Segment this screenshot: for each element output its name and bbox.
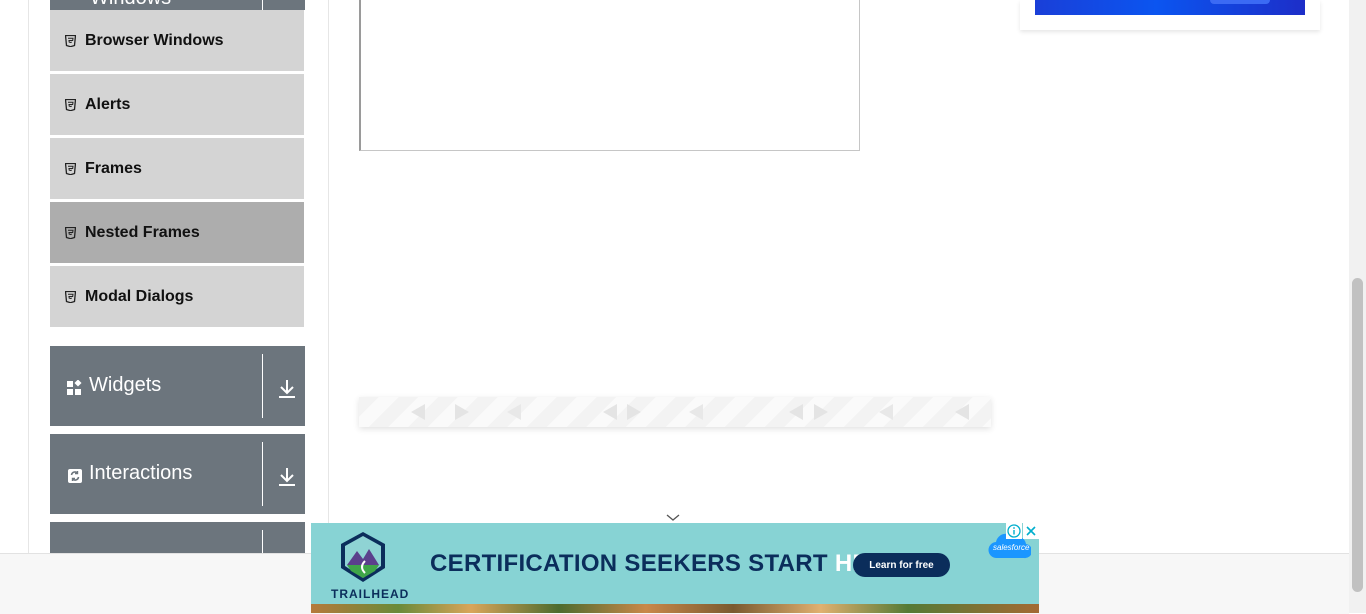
ad-image-strip	[311, 604, 1039, 613]
headline-text: CERTIFICATION SEEKERS START	[430, 550, 835, 577]
sidebar-item-frames[interactable]: Frames	[50, 138, 304, 200]
left-arrow-icon	[411, 404, 425, 420]
group-divider	[262, 442, 263, 506]
left-arrow-icon	[955, 404, 969, 420]
left-arrow-icon	[789, 404, 803, 420]
html5-icon	[65, 34, 76, 47]
html5-icon	[65, 290, 76, 303]
left-arrow-icon	[507, 404, 521, 420]
trailhead-logo: TRAILHEAD	[319, 529, 410, 611]
left-arrow-icon	[603, 404, 617, 420]
left-arrow-icon	[879, 404, 893, 420]
sidebar-item-alerts[interactable]: Alerts	[50, 74, 304, 136]
sidebar-item-modal-dialogs[interactable]: Modal Dialogs	[50, 266, 304, 328]
chevron-down-icon[interactable]	[666, 510, 680, 521]
download-icon[interactable]	[277, 466, 297, 488]
group-title: Widgets	[89, 374, 162, 396]
group-divider	[262, 0, 263, 10]
sidebar-item-label: Browser Windows	[85, 31, 224, 49]
content-left-border	[28, 0, 29, 553]
group-title: Interactions	[89, 462, 193, 484]
right-ad-banner[interactable]	[1035, 0, 1305, 15]
right-arrow-icon	[627, 404, 641, 420]
scrollbar-thumb[interactable]	[1352, 278, 1363, 592]
nested-frame[interactable]	[359, 0, 860, 151]
widgets-icon	[67, 379, 83, 396]
bottom-ad-banner[interactable]: TRAILHEAD CERTIFICATION SEEKERS START HE…	[311, 523, 1039, 613]
sidebar-item-browser-windows[interactable]: Browser Windows	[50, 10, 304, 72]
ad-headline: CERTIFICATION SEEKERS START HERE.	[430, 550, 910, 578]
sidebar-item-label: Modal Dialogs	[85, 287, 194, 305]
right-arrow-icon	[814, 404, 828, 420]
ad-close-icon[interactable]	[1023, 523, 1039, 539]
banner-button[interactable]	[1210, 0, 1270, 4]
group-divider	[262, 530, 263, 553]
group-header-partial[interactable]	[50, 522, 305, 553]
ad-placeholder-strip	[359, 397, 991, 427]
interactions-icon	[67, 468, 83, 484]
html5-icon	[65, 226, 76, 239]
group-header-widgets[interactable]: Widgets	[50, 346, 305, 426]
sidebar-right-border	[328, 0, 329, 553]
learn-for-free-button[interactable]: Learn for free	[853, 553, 950, 577]
right-ad-card[interactable]	[1020, 0, 1320, 30]
group-header-alerts-frame-windows[interactable]: Windows	[50, 0, 305, 10]
left-arrow-icon	[689, 404, 703, 420]
sidebar-item-label: Alerts	[85, 95, 131, 113]
group-divider	[262, 354, 263, 418]
sidebar-item-label: Frames	[85, 159, 142, 177]
html5-icon	[65, 162, 76, 175]
group-title: Windows	[90, 0, 171, 10]
sidebar-item-label: Nested Frames	[85, 223, 200, 241]
right-arrow-icon	[455, 404, 469, 420]
group-header-interactions[interactable]: Interactions	[50, 434, 305, 514]
sidebar-item-nested-frames[interactable]: Nested Frames	[50, 202, 304, 264]
download-icon[interactable]	[277, 378, 297, 400]
sponsor-label: salesforce	[993, 543, 1030, 552]
ad-info-icon[interactable]	[1006, 523, 1022, 539]
brand-label: TRAILHEAD	[331, 587, 410, 601]
html5-icon	[65, 98, 76, 111]
